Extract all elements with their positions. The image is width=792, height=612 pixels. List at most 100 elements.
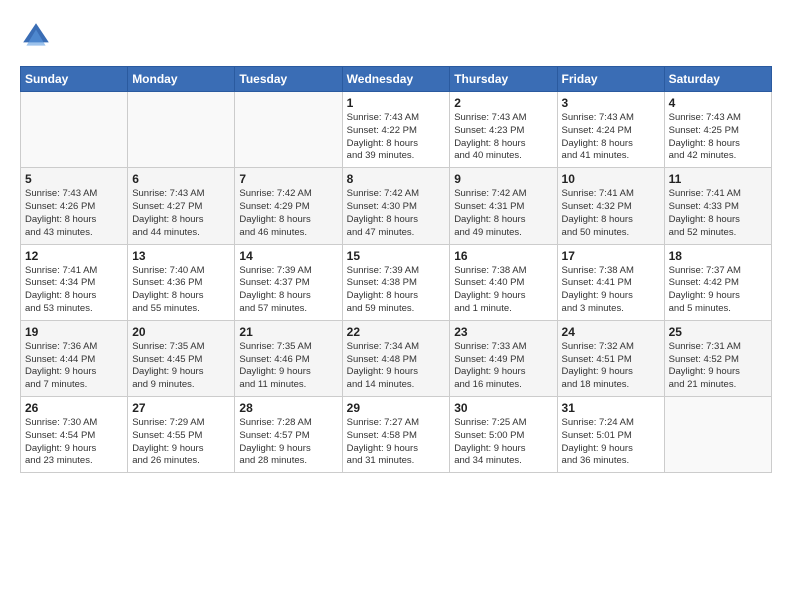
day-number: 2 (454, 96, 552, 110)
day-info: Sunrise: 7:41 AM Sunset: 4:32 PM Dayligh… (562, 188, 660, 239)
weekday-header-saturday: Saturday (664, 67, 771, 92)
day-number: 17 (562, 249, 660, 263)
day-cell: 4Sunrise: 7:43 AM Sunset: 4:25 PM Daylig… (664, 92, 771, 168)
day-info: Sunrise: 7:32 AM Sunset: 4:51 PM Dayligh… (562, 341, 660, 392)
day-number: 7 (239, 172, 337, 186)
day-cell: 1 Sunrise: 7:43 AM Sunset: 4:22 PM Daylig… (342, 92, 450, 168)
day-number: 13 (132, 249, 230, 263)
day-cell: 5 Sunrise: 7:43 AM Sunset: 4:26 PM Daylig… (21, 168, 128, 244)
day-cell: 6 Sunrise: 7:43 AM Sunset: 4:27 PM Daylig… (128, 168, 235, 244)
calendar: SundayMondayTuesdayWednesdayThursdayFrid… (20, 66, 772, 473)
day-cell: 19Sunrise: 7:36 AM Sunset: 4:44 PM Dayli… (21, 320, 128, 396)
day-cell: 21 Sunrise: 7:35 AM Sunset: 4:46 PM Dayli… (235, 320, 342, 396)
day-number: 5 (25, 172, 123, 186)
day-cell: 24 Sunrise: 7:32 AM Sunset: 4:51 PM Dayli… (557, 320, 664, 396)
day-cell: 28 Sunrise: 7:28 AM Sunset: 4:57 PM Dayli… (235, 397, 342, 473)
day-number: 23 (454, 325, 552, 339)
day-cell: 17 Sunrise: 7:38 AM Sunset: 4:41 PM Dayli… (557, 244, 664, 320)
day-info: Sunrise: 7:42 AM Sunset: 4:31 PM Dayligh… (454, 188, 552, 239)
day-cell: 25 Sunrise: 7:31 AM Sunset: 4:52 PM Dayli… (664, 320, 771, 396)
day-number: 25 (669, 325, 767, 339)
day-cell (235, 92, 342, 168)
day-cell: 20Sunrise: 7:35 AM Sunset: 4:45 PM Dayli… (128, 320, 235, 396)
day-cell: 30Sunrise: 7:25 AM Sunset: 5:00 PM Dayli… (450, 397, 557, 473)
day-number: 1 (347, 96, 446, 110)
day-info: Sunrise: 7:43 AM Sunset: 4:22 PM Dayligh… (347, 112, 446, 163)
day-number: 6 (132, 172, 230, 186)
day-info: Sunrise: 7:37 AM Sunset: 4:42 PM Dayligh… (669, 265, 767, 316)
day-number: 14 (239, 249, 337, 263)
weekday-header-monday: Monday (128, 67, 235, 92)
day-cell: 7 Sunrise: 7:42 AM Sunset: 4:29 PM Daylig… (235, 168, 342, 244)
day-cell: 10 Sunrise: 7:41 AM Sunset: 4:32 PM Dayli… (557, 168, 664, 244)
day-cell: 8 Sunrise: 7:42 AM Sunset: 4:30 PM Daylig… (342, 168, 450, 244)
week-row-4: 26 Sunrise: 7:30 AM Sunset: 4:54 PM Dayli… (21, 397, 772, 473)
day-number: 28 (239, 401, 337, 415)
day-cell: 29Sunrise: 7:27 AM Sunset: 4:58 PM Dayli… (342, 397, 450, 473)
day-number: 30 (454, 401, 552, 415)
week-row-1: 5 Sunrise: 7:43 AM Sunset: 4:26 PM Daylig… (21, 168, 772, 244)
weekday-header-sunday: Sunday (21, 67, 128, 92)
day-cell: 3 Sunrise: 7:43 AM Sunset: 4:24 PM Daylig… (557, 92, 664, 168)
weekday-header-thursday: Thursday (450, 67, 557, 92)
day-info: Sunrise: 7:43 AM Sunset: 4:26 PM Dayligh… (25, 188, 123, 239)
day-info: Sunrise: 7:33 AM Sunset: 4:49 PM Dayligh… (454, 341, 552, 392)
day-info: Sunrise: 7:35 AM Sunset: 4:46 PM Dayligh… (239, 341, 337, 392)
day-info: Sunrise: 7:38 AM Sunset: 4:41 PM Dayligh… (562, 265, 660, 316)
day-info: Sunrise: 7:34 AM Sunset: 4:48 PM Dayligh… (347, 341, 446, 392)
day-info: Sunrise: 7:43 AM Sunset: 4:23 PM Dayligh… (454, 112, 552, 163)
day-cell: 26 Sunrise: 7:30 AM Sunset: 4:54 PM Dayli… (21, 397, 128, 473)
day-info: Sunrise: 7:24 AM Sunset: 5:01 PM Dayligh… (562, 417, 660, 468)
day-number: 9 (454, 172, 552, 186)
day-info: Sunrise: 7:42 AM Sunset: 4:30 PM Dayligh… (347, 188, 446, 239)
day-cell: 11Sunrise: 7:41 AM Sunset: 4:33 PM Dayli… (664, 168, 771, 244)
day-info: Sunrise: 7:43 AM Sunset: 4:25 PM Dayligh… (669, 112, 767, 163)
day-cell: 16 Sunrise: 7:38 AM Sunset: 4:40 PM Dayli… (450, 244, 557, 320)
weekday-header-friday: Friday (557, 67, 664, 92)
day-number: 19 (25, 325, 123, 339)
weekday-header-tuesday: Tuesday (235, 67, 342, 92)
day-number: 18 (669, 249, 767, 263)
day-number: 29 (347, 401, 446, 415)
day-info: Sunrise: 7:31 AM Sunset: 4:52 PM Dayligh… (669, 341, 767, 392)
day-cell: 31 Sunrise: 7:24 AM Sunset: 5:01 PM Dayli… (557, 397, 664, 473)
day-info: Sunrise: 7:35 AM Sunset: 4:45 PM Dayligh… (132, 341, 230, 392)
day-info: Sunrise: 7:43 AM Sunset: 4:27 PM Dayligh… (132, 188, 230, 239)
day-cell: 2 Sunrise: 7:43 AM Sunset: 4:23 PM Daylig… (450, 92, 557, 168)
day-cell (664, 397, 771, 473)
day-number: 26 (25, 401, 123, 415)
day-number: 11 (669, 172, 767, 186)
day-info: Sunrise: 7:28 AM Sunset: 4:57 PM Dayligh… (239, 417, 337, 468)
day-number: 31 (562, 401, 660, 415)
day-info: Sunrise: 7:41 AM Sunset: 4:34 PM Dayligh… (25, 265, 123, 316)
day-cell: 12 Sunrise: 7:41 AM Sunset: 4:34 PM Dayli… (21, 244, 128, 320)
day-number: 10 (562, 172, 660, 186)
day-info: Sunrise: 7:29 AM Sunset: 4:55 PM Dayligh… (132, 417, 230, 468)
page: SundayMondayTuesdayWednesdayThursdayFrid… (0, 0, 792, 483)
day-number: 8 (347, 172, 446, 186)
day-number: 3 (562, 96, 660, 110)
week-row-0: 1 Sunrise: 7:43 AM Sunset: 4:22 PM Daylig… (21, 92, 772, 168)
weekday-header-row: SundayMondayTuesdayWednesdayThursdayFrid… (21, 67, 772, 92)
logo-icon (20, 20, 52, 52)
day-info: Sunrise: 7:38 AM Sunset: 4:40 PM Dayligh… (454, 265, 552, 316)
week-row-2: 12 Sunrise: 7:41 AM Sunset: 4:34 PM Dayli… (21, 244, 772, 320)
day-cell: 13Sunrise: 7:40 AM Sunset: 4:36 PM Dayli… (128, 244, 235, 320)
day-info: Sunrise: 7:43 AM Sunset: 4:24 PM Dayligh… (562, 112, 660, 163)
day-cell (21, 92, 128, 168)
day-number: 16 (454, 249, 552, 263)
day-info: Sunrise: 7:30 AM Sunset: 4:54 PM Dayligh… (25, 417, 123, 468)
day-cell: 22Sunrise: 7:34 AM Sunset: 4:48 PM Dayli… (342, 320, 450, 396)
header (20, 20, 772, 52)
day-cell: 27Sunrise: 7:29 AM Sunset: 4:55 PM Dayli… (128, 397, 235, 473)
day-number: 12 (25, 249, 123, 263)
day-number: 15 (347, 249, 446, 263)
day-info: Sunrise: 7:39 AM Sunset: 4:38 PM Dayligh… (347, 265, 446, 316)
weekday-header-wednesday: Wednesday (342, 67, 450, 92)
day-cell: 15 Sunrise: 7:39 AM Sunset: 4:38 PM Dayli… (342, 244, 450, 320)
day-info: Sunrise: 7:42 AM Sunset: 4:29 PM Dayligh… (239, 188, 337, 239)
day-number: 24 (562, 325, 660, 339)
day-number: 21 (239, 325, 337, 339)
day-cell (128, 92, 235, 168)
day-cell: 23 Sunrise: 7:33 AM Sunset: 4:49 PM Dayli… (450, 320, 557, 396)
